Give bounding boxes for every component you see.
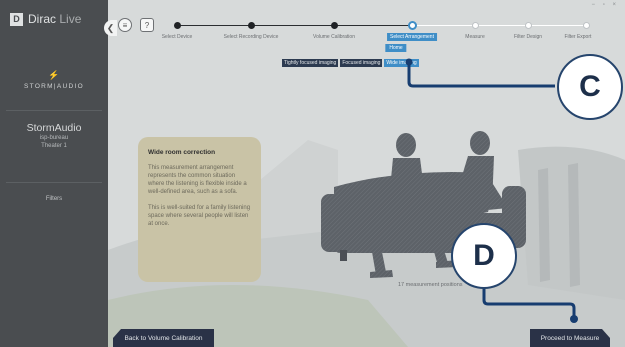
callout-connectors (405, 58, 578, 323)
callout-c: C (557, 54, 623, 120)
callout-d: D (451, 223, 517, 289)
